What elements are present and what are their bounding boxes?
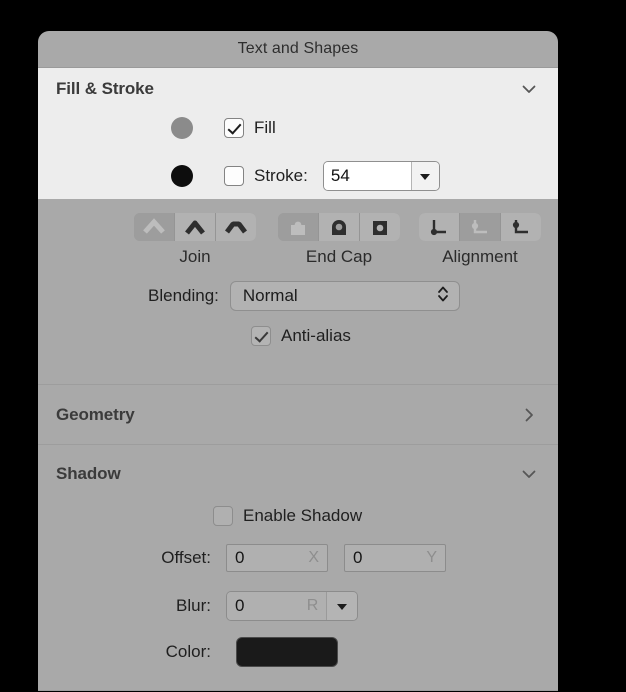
offset-y-unit: Y — [426, 549, 437, 566]
end-cap-segmented[interactable] — [278, 213, 400, 241]
stroke-row: Stroke: 54 — [171, 161, 440, 191]
round-join-icon[interactable] — [175, 213, 216, 241]
enable-shadow-row: Enable Shadow — [213, 506, 362, 526]
blur-unit: R — [306, 597, 319, 614]
shadow-header[interactable]: Shadow — [38, 445, 558, 502]
join-caption: Join — [179, 247, 211, 266]
shadow-color-row: Color: — [131, 637, 338, 667]
blur-row: Blur: 0 R — [131, 591, 358, 621]
blending-row: Blending: Normal — [148, 281, 460, 311]
fill-row: Fill — [171, 117, 276, 139]
fill-label: Fill — [254, 118, 276, 137]
geometry-header[interactable]: Geometry — [38, 385, 558, 444]
bevel-join-icon[interactable] — [216, 213, 256, 241]
blur-input[interactable]: 0 R — [227, 592, 327, 620]
join-control: Join — [134, 213, 256, 267]
blur-combo[interactable]: 0 R — [226, 591, 358, 621]
stroke-width-combo[interactable]: 54 — [322, 161, 440, 191]
enable-shadow-label: Enable Shadow — [243, 506, 363, 525]
square-cap-icon[interactable] — [360, 213, 400, 241]
align-center-icon[interactable] — [460, 213, 501, 241]
fill-color-swatch[interactable] — [171, 117, 193, 139]
stroke-label: Stroke: — [254, 166, 308, 185]
anti-alias-label: Anti-alias — [281, 326, 351, 345]
inspector-window: Text and Shapes Fill & Stroke Fill Strok… — [38, 31, 558, 692]
fill-stroke-title: Fill & Stroke — [56, 79, 154, 98]
stroke-checkbox[interactable] — [224, 166, 244, 186]
offset-x-unit: X — [308, 549, 319, 566]
alignment-segmented[interactable] — [419, 213, 541, 241]
blending-value: Normal — [242, 286, 298, 305]
blur-label: Blur: — [176, 596, 211, 615]
section-shadow: Shadow Enable Shadow Offset: 0 X 0 Y Blu… — [38, 445, 558, 690]
end-cap-caption: End Cap — [305, 247, 373, 266]
triangle-down-icon[interactable] — [326, 592, 357, 620]
chevron-down-icon[interactable] — [520, 465, 538, 483]
fill-stroke-header[interactable]: Fill & Stroke — [38, 68, 558, 110]
chevron-up-down-icon — [436, 284, 450, 309]
window-title: Text and Shapes — [237, 40, 359, 57]
shadow-title: Shadow — [56, 463, 121, 483]
shadow-color-label: Color: — [165, 642, 211, 661]
geometry-title: Geometry — [56, 404, 135, 424]
alignment-caption: Alignment — [442, 247, 518, 266]
offset-label: Offset: — [161, 548, 211, 567]
divider-bottom — [38, 690, 558, 691]
alignment-control: Alignment — [419, 213, 541, 267]
chevron-right-icon[interactable] — [520, 406, 538, 424]
align-outside-icon[interactable] — [501, 213, 541, 241]
end-cap-control: End Cap — [278, 213, 400, 267]
anti-alias-row: Anti-alias — [251, 326, 351, 346]
offset-x-field[interactable]: 0 X — [226, 544, 328, 572]
miter-join-icon[interactable] — [134, 213, 175, 241]
butt-cap-icon[interactable] — [278, 213, 319, 241]
triangle-down-icon[interactable] — [410, 162, 439, 190]
offset-y-value: 0 — [353, 548, 363, 567]
offset-row: Offset: 0 X 0 Y — [131, 544, 446, 572]
blur-value: 0 — [235, 596, 245, 615]
shadow-color-swatch[interactable] — [236, 637, 338, 667]
stroke-width-input[interactable]: 54 — [323, 162, 411, 190]
join-segmented[interactable] — [134, 213, 256, 241]
fill-checkbox[interactable] — [224, 118, 244, 138]
anti-alias-checkbox[interactable] — [251, 326, 271, 346]
round-cap-icon[interactable] — [319, 213, 360, 241]
blending-popup-button[interactable]: Normal — [229, 281, 460, 311]
chevron-down-icon[interactable] — [520, 80, 538, 98]
blending-label: Blending: — [148, 286, 219, 305]
stroke-color-swatch[interactable] — [171, 165, 193, 187]
section-fill-stroke: Fill & Stroke Fill Stroke: 54 — [38, 68, 558, 199]
offset-x-value: 0 — [235, 548, 245, 567]
align-inside-icon[interactable] — [419, 213, 460, 241]
section-geometry: Geometry — [38, 385, 558, 444]
enable-shadow-checkbox[interactable] — [213, 506, 233, 526]
offset-y-field[interactable]: 0 Y — [344, 544, 446, 572]
fill-stroke-extended-controls: Join End Cap Alignment Blending: Normal … — [38, 199, 558, 384]
window-titlebar[interactable]: Text and Shapes — [38, 31, 558, 68]
